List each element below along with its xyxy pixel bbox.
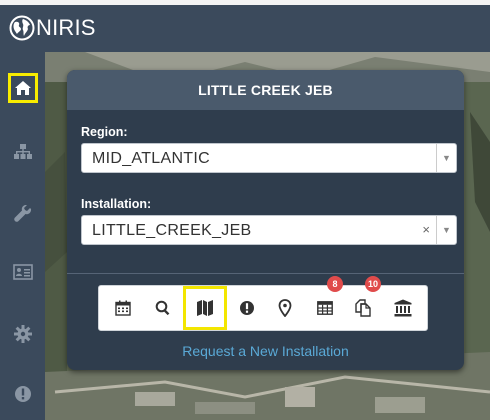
region-select[interactable]: MID_ATLANTIC ▼: [81, 143, 457, 173]
sidebar-item-id-card[interactable]: [0, 252, 45, 292]
installation-toolbar: 8 10: [98, 276, 428, 331]
sidebar-item-settings[interactable]: [0, 314, 45, 354]
installation-label: Installation:: [81, 197, 152, 211]
bank-icon: [394, 299, 412, 317]
copy-icon: [355, 299, 371, 317]
installation-select[interactable]: LITTLE_CREEK_JEB × ▼: [81, 215, 457, 245]
app-title: NIRIS: [36, 15, 96, 40]
sidebar-item-alerts[interactable]: [0, 374, 45, 414]
installation-info-button[interactable]: [385, 290, 421, 326]
sidebar-item-tools[interactable]: [0, 194, 45, 234]
sidebar-item-home[interactable]: [0, 68, 45, 108]
globe-icon: [9, 15, 35, 41]
table-icon: [317, 301, 333, 315]
calendar-icon: [115, 300, 131, 316]
installation-panel: LITTLE CREEK JEB Region: MID_ATLANTIC ▼ …: [67, 70, 464, 370]
panel-title: LITTLE CREEK JEB: [67, 70, 464, 110]
request-installation-link[interactable]: Request a New Installation: [67, 343, 464, 359]
id-card-icon: [12, 264, 33, 280]
table-button[interactable]: 8: [307, 276, 343, 326]
home-icon: [14, 81, 31, 95]
copy-button[interactable]: 10: [345, 276, 382, 326]
chevron-down-icon[interactable]: ▼: [436, 216, 456, 244]
installation-value: LITTLE_CREEK_JEB: [92, 222, 252, 239]
app-header: NIRIS: [0, 5, 490, 52]
gear-icon: [13, 325, 32, 343]
map-marker-icon: [278, 299, 292, 317]
calendar-button[interactable]: [105, 290, 141, 326]
sidebar: [0, 52, 45, 420]
search-icon: [155, 300, 170, 316]
divider: [67, 273, 464, 274]
search-button[interactable]: [145, 290, 181, 326]
copy-count-badge: 10: [365, 276, 382, 292]
map-icon: [197, 300, 213, 316]
alerts-button[interactable]: [229, 290, 265, 326]
active-highlight: [7, 73, 38, 103]
table-count-badge: 8: [327, 276, 343, 292]
exclamation-icon: [240, 301, 254, 315]
sidebar-item-sitemap[interactable]: [0, 132, 45, 172]
clear-icon[interactable]: ×: [422, 222, 430, 237]
exclamation-circle-icon: [14, 386, 31, 402]
region-label: Region:: [81, 125, 128, 139]
map-button[interactable]: [183, 286, 227, 330]
brand[interactable]: NIRIS: [9, 15, 96, 41]
location-button[interactable]: [267, 290, 303, 326]
chevron-down-icon[interactable]: ▼: [436, 144, 456, 172]
wrench-icon: [13, 205, 31, 222]
region-value: MID_ATLANTIC: [92, 150, 210, 167]
sitemap-icon: [13, 144, 32, 159]
